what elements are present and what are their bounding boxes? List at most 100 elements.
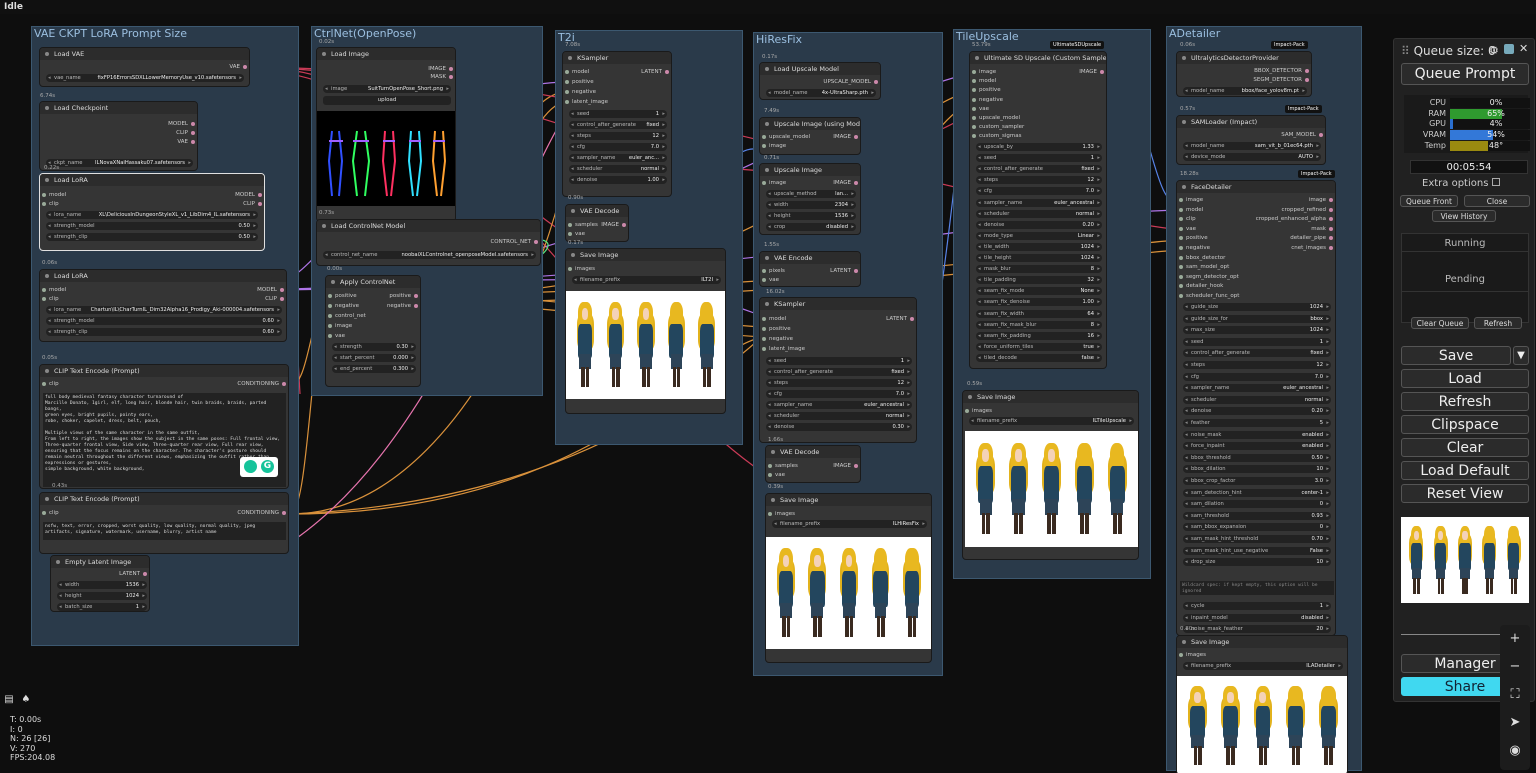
widget-inpaint-model[interactable]: inpaint_modeldisabled bbox=[1183, 613, 1331, 622]
output-model[interactable]: MODEL bbox=[168, 121, 195, 128]
fit-view-icon[interactable]: ⛶ bbox=[1500, 681, 1530, 709]
widget-force-uniform-tiles[interactable]: force_uniform_tilestrue bbox=[976, 342, 1102, 351]
output-vae[interactable]: VAE bbox=[229, 64, 247, 71]
widget-control-after-generate[interactable]: control_after_generatefixed bbox=[976, 165, 1102, 174]
node-save-image[interactable]: Save Image images filename_prefixILT2I bbox=[565, 248, 726, 414]
input-vae[interactable]: vae bbox=[1179, 226, 1196, 233]
node-save-image-adetailer[interactable]: Save Image images filename_prefixILADeta… bbox=[1176, 635, 1348, 773]
queue-prompt-button[interactable]: Queue Prompt bbox=[1401, 63, 1529, 85]
widget-bbox-threshold[interactable]: bbox_threshold0.50 bbox=[1183, 453, 1331, 462]
widget-model-name[interactable]: model_namebbox/face_yolov8m.pt bbox=[1183, 87, 1307, 95]
output-image[interactable]: image bbox=[1309, 197, 1334, 204]
output-image[interactable]: IMAGE bbox=[833, 463, 858, 470]
input-model[interactable]: model bbox=[42, 287, 66, 294]
widget-filename-prefix[interactable]: filename_prefixILHiResFix bbox=[772, 520, 927, 528]
node-ksampler[interactable]: KSampler model positive negative latent_… bbox=[562, 51, 672, 197]
output-upscale-model[interactable]: UPSCALE_MODEL bbox=[823, 79, 878, 86]
node-ultimate-sd-upscale[interactable]: Ultimate SD Upscale (Custom Sample) IMAG… bbox=[969, 51, 1107, 369]
widget-strength-model[interactable]: strength_model0.50 bbox=[46, 222, 258, 230]
input-positive[interactable]: positive bbox=[328, 293, 357, 300]
input-vae[interactable]: vae bbox=[762, 277, 779, 284]
widget-max-size[interactable]: max_size1024 bbox=[1183, 326, 1331, 335]
output-latent[interactable]: LATENT bbox=[830, 268, 858, 275]
widget-cfg[interactable]: cfg7.0 bbox=[569, 143, 667, 151]
input-clip[interactable]: clip bbox=[42, 201, 59, 208]
output-image[interactable]: IMAGE bbox=[1079, 69, 1104, 76]
widget-bbox-crop-factor[interactable]: bbox_crop_factor3.0 bbox=[1183, 477, 1331, 485]
widget-seed[interactable]: seed1 bbox=[976, 154, 1102, 163]
widget-steps[interactable]: steps12 bbox=[569, 132, 667, 140]
widget-model-name[interactable]: model_namesam_vit_b_01ec64.pth bbox=[1183, 142, 1321, 150]
widget-guide-size[interactable]: guide_size1024 bbox=[1183, 303, 1331, 311]
widget-denoise[interactable]: denoise0.30 bbox=[766, 423, 912, 431]
widget-sampler-name[interactable]: sampler_nameeuler_ancestral bbox=[766, 401, 912, 409]
input-negative[interactable]: negative bbox=[565, 89, 596, 96]
zoom-out-icon[interactable]: − bbox=[1500, 653, 1530, 681]
input-clip[interactable]: clip bbox=[42, 381, 59, 388]
widget-seam-fix-padding[interactable]: seam_fix_padding16 bbox=[976, 331, 1102, 340]
node-load-checkpoint[interactable]: Load Checkpoint MODEL CLIP VAE ckpt_name… bbox=[39, 101, 198, 171]
input-clip[interactable]: clip bbox=[1179, 216, 1196, 223]
view-history-button[interactable]: View History bbox=[1432, 210, 1496, 222]
widget-bbox-dilation[interactable]: bbox_dilation10 bbox=[1183, 465, 1331, 474]
widget-width[interactable]: width1536 bbox=[57, 581, 147, 589]
node-ultralytics-detector-provider[interactable]: UltralyticsDetectorProvider BBOX_DETECTO… bbox=[1176, 51, 1312, 97]
node-facedetailer[interactable]: FaceDetailer Wildcard spec: if kept empt… bbox=[1176, 180, 1336, 636]
widget-start-percent[interactable]: start_percent0.000 bbox=[332, 354, 416, 362]
widget-height[interactable]: height1024 bbox=[57, 592, 147, 600]
node-apply-controlnet[interactable]: Apply ControlNet positive negative contr… bbox=[325, 275, 421, 387]
output-cropped-enhanced-alpha[interactable]: cropped_enhanced_alpha bbox=[1256, 216, 1334, 223]
load-button[interactable]: Load bbox=[1401, 369, 1529, 388]
input-images[interactable]: images bbox=[768, 511, 795, 518]
widget-control-net-name[interactable]: control_net_namenoobaiXLControlnet_openp… bbox=[323, 251, 536, 259]
widget-seam-fix-mask-blur[interactable]: seam_fix_mask_blur8 bbox=[976, 320, 1102, 329]
widget-device-mode[interactable]: device_modeAUTO bbox=[1183, 153, 1321, 161]
input-image[interactable]: image bbox=[762, 180, 786, 187]
widget-noise-mask[interactable]: noise_maskenabled bbox=[1183, 430, 1331, 439]
widget-image[interactable]: imageSuitTurnOpenPose_Short.png bbox=[323, 85, 451, 93]
input-samples[interactable]: samples bbox=[768, 463, 798, 470]
input-vae[interactable]: vae bbox=[768, 472, 785, 479]
input-pixels[interactable]: pixels bbox=[762, 268, 785, 275]
input-negative[interactable]: negative bbox=[972, 97, 1003, 104]
widget-upscale-method[interactable]: upscale_methodlan... bbox=[766, 190, 856, 198]
widget-control-after-generate[interactable]: control_after_generatefixed bbox=[569, 121, 667, 129]
queue-front-button[interactable]: Queue Front bbox=[1400, 195, 1458, 207]
widget-seed[interactable]: seed1 bbox=[766, 357, 912, 365]
widget-tile-height[interactable]: tile_height1024 bbox=[976, 254, 1102, 262]
input-model[interactable]: model bbox=[762, 316, 786, 323]
output-latent[interactable]: LATENT bbox=[886, 316, 914, 323]
node-clip-text-encode-positive[interactable]: CLIP Text Encode (Prompt) clip CONDITION… bbox=[39, 364, 289, 489]
widget-seam-fix-denoise[interactable]: seam_fix_denoise1.00 bbox=[976, 298, 1102, 307]
output-latent[interactable]: LATENT bbox=[641, 69, 669, 76]
output-clip[interactable]: CLIP bbox=[265, 296, 284, 303]
widget-strength-clip[interactable]: strength_clip0.60 bbox=[46, 328, 282, 336]
node-vae-decode-hires[interactable]: VAE Decode samples vae IMAGE bbox=[765, 445, 861, 483]
generated-image-preview[interactable] bbox=[1177, 676, 1347, 773]
queue-icon[interactable]: ▤ bbox=[3, 694, 15, 706]
output-cropped-refined[interactable]: cropped_refined bbox=[1282, 207, 1334, 214]
node-load-upscale-model[interactable]: Load Upscale Model UPSCALE_MODEL model_n… bbox=[759, 62, 881, 100]
widget-sampler-name[interactable]: sampler_nameeuler_ancestral bbox=[976, 198, 1102, 207]
input-upscale-model[interactable]: upscale_model bbox=[972, 115, 1020, 122]
bell-icon[interactable]: ♠ bbox=[20, 694, 32, 706]
gallery-icon[interactable] bbox=[1504, 44, 1514, 54]
widget-seed[interactable]: seed1 bbox=[569, 110, 667, 118]
input-images[interactable]: images bbox=[568, 266, 595, 273]
input-image[interactable]: image bbox=[328, 323, 352, 330]
input-control-net[interactable]: control_net bbox=[328, 313, 366, 320]
input-upscale-model[interactable]: upscale_model bbox=[762, 134, 810, 141]
input-positive[interactable]: positive bbox=[1179, 235, 1208, 242]
output-clip[interactable]: CLIP bbox=[243, 201, 262, 208]
widget-lora-name[interactable]: lora_nameXL\DeliciousInDungeonStyleXL_v1… bbox=[46, 211, 258, 219]
output-conditioning[interactable]: CONDITIONING bbox=[237, 510, 286, 517]
eye-icon[interactable]: ◉ bbox=[1500, 737, 1530, 765]
widget-cfg[interactable]: cfg7.0 bbox=[1183, 372, 1331, 381]
widget-strength-model[interactable]: strength_model0.60 bbox=[46, 317, 282, 325]
widget-drop-size[interactable]: drop_size10 bbox=[1183, 558, 1331, 567]
widget-scheduler[interactable]: schedulernormal bbox=[1183, 395, 1331, 404]
widget-model-name[interactable]: model_name4x-UltraSharp.pth bbox=[766, 89, 876, 97]
node-upscale-image[interactable]: Upscale Image image IMAGE upscale_method… bbox=[759, 163, 861, 235]
widget-guide-size-for[interactable]: guide_size_forbbox bbox=[1183, 314, 1331, 323]
widget-denoise[interactable]: denoise0.20 bbox=[976, 220, 1102, 229]
